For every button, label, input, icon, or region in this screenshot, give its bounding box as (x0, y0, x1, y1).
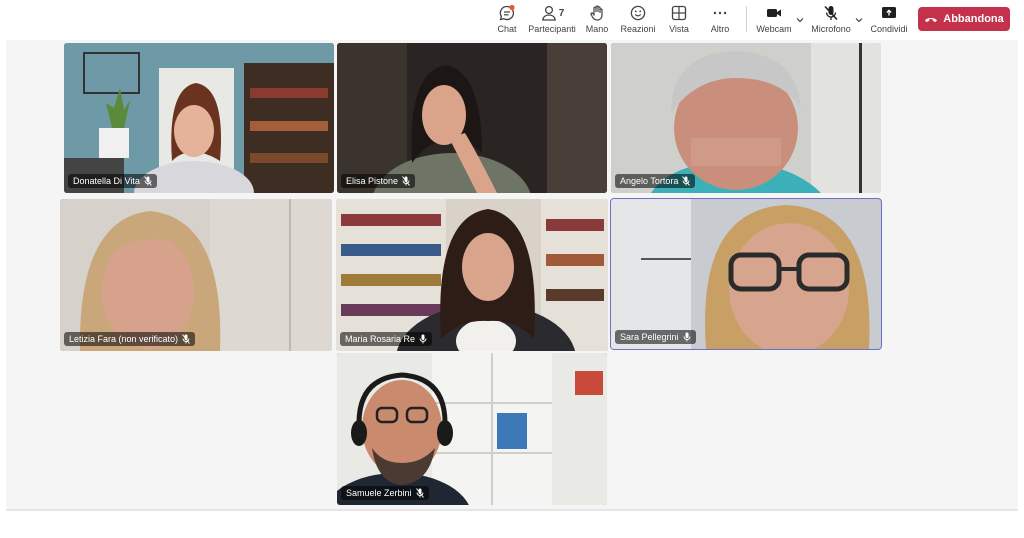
camera-icon (765, 3, 783, 23)
participant-tile[interactable]: Angelo Tortora (611, 43, 881, 193)
reactions-button[interactable]: Reazioni (620, 3, 656, 37)
participant-name-tag: Sara Pellegrini (615, 330, 696, 344)
participant-name: Sara Pellegrini (620, 332, 679, 342)
people-icon: 7 (540, 3, 565, 23)
view-label: Vista (669, 24, 689, 34)
participants-count: 7 (558, 7, 565, 19)
webcam-chevron-down-icon[interactable] (795, 12, 805, 23)
participant-video (611, 43, 881, 193)
stage-bottom-divider (6, 509, 1018, 511)
more-button[interactable]: Altro (707, 3, 733, 37)
mic-label: Microfono (811, 24, 851, 34)
leave-label: Abbandona (943, 13, 1004, 25)
participant-tile[interactable]: Letizia Fara (non verificato) (60, 199, 332, 351)
participant-tile[interactable]: Samuele Zerbini (337, 353, 607, 505)
mic-muted-icon (682, 176, 691, 186)
chat-label: Chat (497, 24, 517, 34)
participant-name-tag: Maria Rosaria Re (340, 332, 433, 346)
phone-hangup-icon (925, 18, 938, 23)
participant-video (611, 199, 881, 349)
mic-muted-icon (415, 488, 424, 498)
participant-name: Donatella Di Vita (73, 176, 140, 186)
participant-name: Samuele Zerbini (346, 488, 412, 498)
participant-video (336, 199, 608, 351)
more-label: Altro (710, 24, 730, 34)
webcam-button[interactable]: Webcam (756, 3, 792, 37)
toolbar-divider (746, 6, 747, 32)
mic-muted-icon (402, 176, 410, 186)
participant-video (337, 43, 607, 193)
participant-tile[interactable]: Elisa Pistone (337, 43, 607, 193)
reactions-label: Reazioni (620, 24, 656, 34)
participant-video (337, 353, 607, 505)
grid-icon (670, 3, 688, 23)
participant-tile[interactable]: Maria Rosaria Re (336, 199, 608, 351)
mic-icon (683, 332, 691, 342)
webcam-label: Webcam (756, 24, 792, 34)
mic-icon (419, 334, 427, 344)
participants-label: Partecipanti (528, 24, 576, 34)
share-label: Condividi (870, 24, 908, 34)
view-button[interactable]: Vista (666, 3, 692, 37)
participant-name-tag: Elisa Pistone (341, 174, 416, 188)
chat-button[interactable]: Chat (495, 3, 519, 37)
mic-muted-icon (822, 3, 840, 23)
meeting-toolbar: Chat 7 Partecipanti Mano Reazioni Vista … (0, 0, 1024, 40)
raise-hand-button[interactable]: Mano (584, 3, 610, 37)
smiley-icon (629, 3, 647, 23)
participant-name-tag: Donatella Di Vita (68, 174, 157, 188)
share-screen-icon (880, 3, 898, 23)
microphone-button[interactable]: Microfono (809, 3, 853, 37)
mic-muted-icon (143, 176, 152, 186)
participant-name: Angelo Tortora (620, 176, 679, 186)
participant-name: Elisa Pistone (346, 176, 399, 186)
hand-label: Mano (585, 24, 609, 34)
share-button[interactable]: Condividi (869, 3, 909, 37)
chat-icon (498, 3, 516, 23)
mic-chevron-down-icon[interactable] (854, 12, 864, 23)
participant-tile[interactable]: Donatella Di Vita (64, 43, 334, 193)
mic-muted-icon (182, 334, 190, 344)
more-dots-icon (711, 3, 729, 23)
participant-name-tag: Samuele Zerbini (341, 486, 429, 500)
leave-button[interactable]: Abbandona (918, 7, 1010, 31)
participant-video (60, 199, 332, 351)
participant-tile[interactable]: Sara Pellegrini (610, 198, 882, 350)
participants-button[interactable]: 7 Partecipanti (528, 3, 576, 37)
hand-icon (588, 3, 606, 23)
participant-name: Letizia Fara (non verificato) (69, 334, 179, 344)
participant-name-tag: Letizia Fara (non verificato) (64, 332, 196, 346)
participant-video (64, 43, 334, 193)
participant-name-tag: Angelo Tortora (615, 174, 696, 188)
participant-name: Maria Rosaria Re (345, 334, 416, 344)
